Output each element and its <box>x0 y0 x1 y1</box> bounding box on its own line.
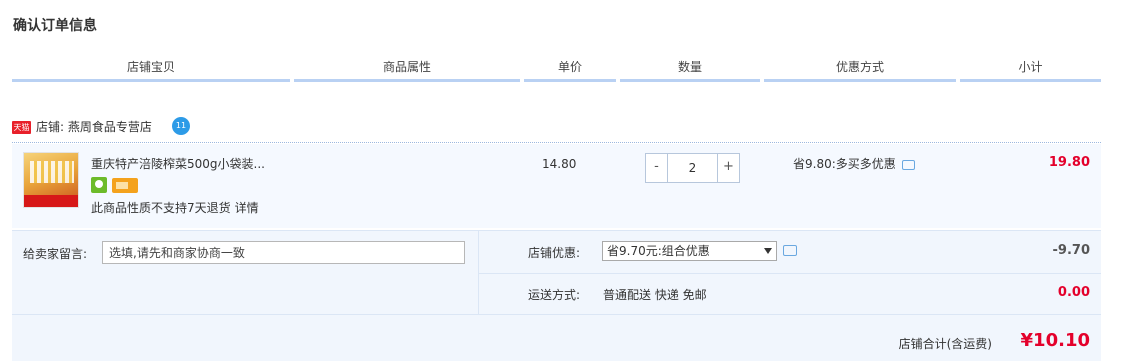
shipping-amount: 0.00 <box>1057 285 1090 300</box>
order-item-row: 重庆特产涪陵榨菜500g小袋装... 此商品性质不支持7天退货 详情 14.80 … <box>12 144 1101 228</box>
comment-icon[interactable] <box>783 245 797 256</box>
shop-discount-label: 店铺优惠: <box>528 246 581 260</box>
shop-header: 天猫 店铺: 燕周食品专营店 11 <box>12 117 1101 143</box>
comment-icon[interactable] <box>901 159 915 170</box>
product-name-link[interactable]: 重庆特产涪陵榨菜500g小袋装... <box>91 155 265 172</box>
shop-total-amount: ¥10.10 <box>1020 330 1090 351</box>
credit-card-icon[interactable] <box>112 178 138 193</box>
increase-quantity-button[interactable]: + <box>717 153 740 183</box>
column-header-unit-price: 单价 <box>524 58 616 82</box>
guarantee-icon[interactable] <box>91 177 107 193</box>
product-image-banner <box>24 195 78 207</box>
shop-discount-select[interactable]: 省9.70元:组合优惠 <box>602 241 777 261</box>
product-thumbnail[interactable] <box>23 152 79 208</box>
table-header: 店铺宝贝 商品属性 单价 数量 优惠方式 小计 <box>12 58 1101 82</box>
column-header-shop-item: 店铺宝贝 <box>12 58 290 82</box>
shop-total-row: 店铺合计(含运费) ¥10.10 <box>12 314 1101 361</box>
column-header-quantity: 数量 <box>620 58 760 82</box>
message-input[interactable] <box>102 241 465 264</box>
shop-total-label: 店铺合计(含运费) <box>898 337 992 351</box>
order-options: 给卖家留言: 店铺优惠: 省9.70元:组合优惠 -9.70 运送方式: 普通配… <box>12 230 1101 315</box>
shop-discount-amount: -9.70 <box>1052 243 1090 258</box>
quantity-input[interactable] <box>668 153 717 183</box>
shipping-label: 运送方式: <box>528 288 581 302</box>
message-section: 给卖家留言: <box>12 231 479 315</box>
message-label: 给卖家留言: <box>23 247 88 261</box>
return-policy-text: 此商品性质不支持7天退货 <box>91 201 231 215</box>
column-header-promotion: 优惠方式 <box>764 58 956 82</box>
dropdown-arrow-icon <box>764 248 772 254</box>
item-subtotal: 19.80 <box>1048 155 1090 170</box>
detail-link[interactable]: 详情 <box>235 201 259 215</box>
column-header-attributes: 商品属性 <box>294 58 520 82</box>
return-policy-notice: 此商品性质不支持7天退货 详情 <box>91 199 259 216</box>
shop-discount-selected-value: 省9.70元:组合优惠 <box>607 244 710 258</box>
product-image-pattern <box>30 161 74 183</box>
column-header-subtotal: 小计 <box>960 58 1101 82</box>
page-title: 确认订单信息 <box>13 18 97 34</box>
unit-price: 14.80 <box>542 157 577 171</box>
chat-bubble-icon[interactable]: 11 <box>172 117 190 135</box>
row-divider <box>479 273 1101 274</box>
shop-name[interactable]: 店铺: 燕周食品专营店 <box>36 118 152 135</box>
decrease-quantity-button[interactable]: - <box>645 153 668 183</box>
quantity-stepper: - + <box>645 153 741 183</box>
promotion-info: 省9.80:多买多优惠 <box>793 155 915 172</box>
tmall-badge-icon: 天猫 <box>12 121 31 134</box>
promotion-text: 省9.80:多买多优惠 <box>793 157 896 171</box>
shipping-method: 普通配送 快递 免邮 <box>603 288 707 302</box>
